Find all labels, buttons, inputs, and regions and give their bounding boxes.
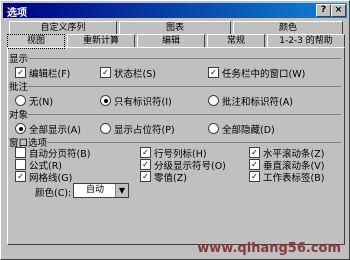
- show-group-line: [9, 58, 341, 59]
- zero-values-label: 零值(Z): [154, 173, 187, 184]
- tab-chart[interactable]: 图表: [119, 21, 231, 35]
- comment-indicator-radio[interactable]: [100, 95, 111, 106]
- page-breaks-checkbox[interactable]: [15, 147, 26, 158]
- comment-none-label: 无(N): [29, 97, 54, 108]
- tab-calculation[interactable]: 重新计算: [67, 34, 135, 48]
- comment-group-label: 批注: [9, 79, 29, 93]
- comment-none-radio[interactable]: [15, 95, 26, 106]
- formula-bar-checkbox[interactable]: ✓: [15, 67, 26, 78]
- formula-bar-label: 编辑栏(F): [29, 69, 71, 80]
- formulas-checkbox[interactable]: [15, 159, 26, 170]
- tab-color[interactable]: 颜色: [233, 21, 343, 35]
- show-group-label: 显示: [9, 51, 29, 65]
- close-button[interactable]: ×: [331, 4, 346, 17]
- taskbar-windows-checkbox[interactable]: ✓: [208, 67, 219, 78]
- gridlines-checkbox[interactable]: ✓: [15, 171, 26, 182]
- options-dialog: 选项 ? × 自定义序列 图表 颜色 视图 重新计算 编辑 常规 1-2-3 的…: [0, 0, 350, 260]
- objects-group-label: 对象: [9, 107, 29, 121]
- comment-indicator-label: 只有标识符(I): [114, 97, 172, 108]
- objects-placeholders-label: 显示占位符(P): [114, 125, 175, 136]
- window-options-group-line: [9, 142, 341, 143]
- objects-show-all-radio[interactable]: [15, 123, 26, 134]
- gridlines-label: 网格线(G): [29, 173, 73, 184]
- status-bar-checkbox[interactable]: ✓: [100, 67, 111, 78]
- vertical-scrollbar-checkbox[interactable]: ✓: [249, 159, 260, 170]
- objects-placeholders-radio[interactable]: [100, 123, 111, 134]
- watermark: www.qihang56.com: [197, 241, 341, 256]
- gridline-color-value: 自动: [86, 185, 105, 195]
- objects-show-all-label: 全部显示(A): [29, 125, 81, 136]
- objects-group-line: [9, 114, 341, 115]
- tab-custom-lists[interactable]: 自定义序列: [9, 21, 117, 35]
- help-button[interactable]: ?: [316, 4, 331, 17]
- sheet-tabs-label: 工作表标签(B): [263, 173, 325, 184]
- tab-edit[interactable]: 编辑: [137, 34, 205, 48]
- comment-and-indicator-radio[interactable]: [208, 95, 219, 106]
- taskbar-windows-label: 任务栏中的窗口(W): [222, 69, 306, 80]
- dialog-title: 选项: [7, 8, 27, 19]
- title-bar: 选项 ? ×: [3, 3, 347, 19]
- chevron-down-icon: ▼: [115, 184, 128, 197]
- objects-hide-all-label: 全部隐藏(D): [222, 125, 275, 136]
- tab-general[interactable]: 常规: [207, 34, 265, 48]
- comment-group-line: [9, 86, 341, 87]
- status-bar-label: 状态栏(S): [114, 69, 156, 80]
- color-label: 颜色(C):: [35, 188, 72, 199]
- gridline-color-select[interactable]: 自动 ▼: [73, 183, 129, 198]
- sheet-tabs-checkbox[interactable]: ✓: [249, 171, 260, 182]
- horizontal-scrollbar-checkbox[interactable]: ✓: [249, 147, 260, 158]
- tab-transition[interactable]: 1-2-3 的帮助: [267, 34, 345, 48]
- row-col-headers-checkbox[interactable]: ✓: [140, 147, 151, 158]
- outline-symbols-checkbox[interactable]: ✓: [140, 159, 151, 170]
- comment-and-indicator-label: 批注和标识符(A): [222, 97, 293, 108]
- objects-hide-all-radio[interactable]: [208, 123, 219, 134]
- zero-values-checkbox[interactable]: ✓: [140, 171, 151, 182]
